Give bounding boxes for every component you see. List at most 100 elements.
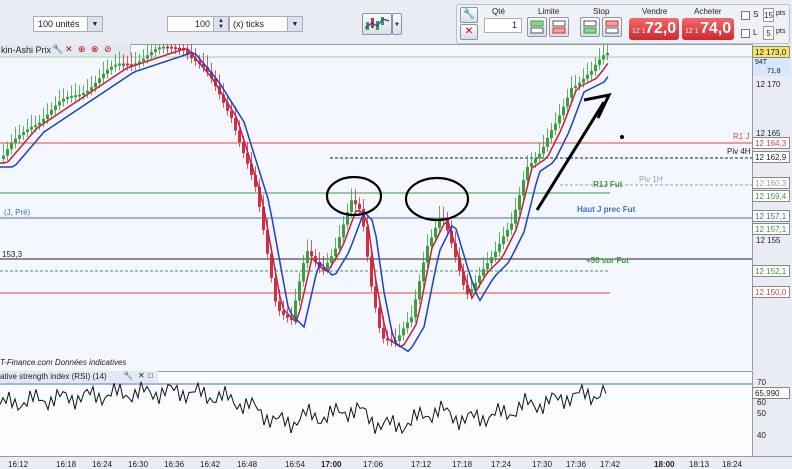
candle-body: [118, 63, 121, 66]
candle-body: [42, 119, 45, 123]
candle-body: [142, 58, 145, 62]
s-checkbox[interactable]: [741, 11, 750, 20]
price-current: 12 173,0: [752, 46, 790, 58]
candle-body: [558, 115, 561, 124]
pts-top-stepper[interactable]: 15: [763, 8, 774, 22]
price-tick: 12 155: [756, 236, 781, 245]
candle-body: [94, 82, 97, 88]
qty-label: Qté: [492, 7, 505, 16]
candle-body: [426, 245, 429, 263]
candle-body: [542, 146, 545, 154]
candle-body: [70, 95, 73, 98]
level-price-r1jfut: 12 159,4: [752, 190, 790, 202]
chart-type-dropdown[interactable]: ▼: [392, 13, 402, 35]
candle-body: [22, 132, 25, 136]
ticks-input[interactable]: 100 ▲ ▼: [167, 16, 229, 32]
candle-body: [406, 322, 409, 329]
candle-body: [578, 82, 581, 86]
candle-body: [422, 262, 425, 282]
candle-body: [170, 46, 173, 49]
candle-body: [482, 269, 485, 276]
candle-body: [570, 87, 573, 98]
level-price-r1jfut-2: 12 157,1: [752, 223, 790, 235]
price-tick: 12 170: [756, 80, 781, 89]
candle-body: [46, 114, 49, 120]
candle-body: [498, 244, 501, 252]
candle-body: [594, 64, 597, 72]
rsi-tick: 60: [757, 398, 766, 407]
candle-body: [150, 51, 153, 56]
candle-body: [374, 286, 377, 308]
candle-body: [298, 281, 301, 301]
candle-body: [538, 153, 541, 159]
l-checkbox[interactable]: [741, 29, 750, 38]
candle-body: [86, 90, 89, 94]
candle-body: [30, 126, 33, 130]
candle-body: [110, 66, 113, 70]
candle-body: [334, 248, 337, 257]
level-price-piv4h: 12 162,9: [752, 151, 790, 163]
candle-body: [582, 78, 585, 83]
stop-sell-button[interactable]: [602, 17, 622, 37]
candle-body: [338, 237, 341, 249]
candle-body: [550, 130, 553, 139]
price-axis[interactable]: [752, 44, 792, 370]
qty-input[interactable]: 1: [484, 18, 522, 33]
limit-buy-button[interactable]: [527, 17, 547, 37]
candle-body: [326, 262, 329, 269]
candle-body: [78, 94, 81, 97]
quantity-select-value: 100 unités: [38, 19, 80, 29]
ticket-close-button[interactable]: ✕: [460, 24, 478, 40]
level-price-plus50: 12 152,1: [752, 265, 790, 277]
candle-body: [278, 301, 281, 311]
candle-body: [58, 101, 61, 106]
candle-body: [494, 251, 497, 258]
chevron-down-icon: ▼: [287, 17, 302, 31]
level-label-hautj: Haut J prec Fut: [577, 205, 636, 214]
candle-body: [358, 204, 361, 209]
wrench-icon: 🔧: [462, 9, 476, 20]
candle-body: [418, 281, 421, 300]
candle-body: [502, 236, 505, 245]
buy-price: 74,0: [700, 20, 732, 37]
pts-bottom-stepper[interactable]: 5: [763, 26, 774, 40]
rsi-tick: 50: [757, 409, 766, 418]
chart-type-icon: [364, 17, 390, 30]
level-label-r1j: R1 J: [733, 132, 750, 141]
buy-price-prefix: 12 1: [685, 28, 699, 35]
candle-body: [174, 47, 177, 50]
source-note: T-Finance.com Données indicatives: [0, 358, 127, 367]
candle-body: [602, 55, 605, 60]
candle-body: [306, 251, 309, 264]
candle-body: [34, 125, 37, 128]
l-label: L: [753, 28, 758, 37]
quantity-select[interactable]: 100 unités ▼: [33, 16, 103, 32]
ticks-unit-select[interactable]: (x) ticks ▼: [229, 16, 303, 32]
level-label-piv1h: Piv 1H: [639, 175, 663, 184]
candle-body: [490, 257, 493, 264]
stop-buy-icon: [583, 20, 597, 34]
candle-body: [166, 46, 169, 49]
stop-buy-button[interactable]: [580, 17, 600, 37]
sell-price: 72,0: [645, 20, 677, 37]
chart-type-button[interactable]: [362, 13, 392, 35]
annotation-ellipse: [404, 176, 470, 222]
sell-button[interactable]: 12 1 72,0: [629, 18, 679, 40]
buy-button[interactable]: 12 1 74,0: [682, 18, 734, 40]
candle-body: [114, 64, 117, 67]
candle-body: [478, 275, 481, 283]
level-price-r1j: 12 164,3: [752, 137, 790, 149]
candle-body: [562, 106, 565, 116]
candle-body: [342, 224, 345, 238]
candle-body: [414, 299, 417, 318]
level-label-piv4h: Piv 4H: [727, 147, 751, 156]
ticket-settings-button[interactable]: 🔧: [460, 7, 478, 23]
close-icon: ✕: [464, 26, 474, 37]
stop-label: Stop: [593, 7, 610, 16]
chart-left-label-top: (J, Pré): [4, 208, 31, 217]
level-label-r1jfut: R1J Fut: [593, 180, 623, 189]
candle-body: [382, 327, 385, 339]
sell-label: Vendre: [642, 7, 668, 16]
candle-body: [2, 155, 5, 159]
limit-sell-button[interactable]: [549, 17, 569, 37]
